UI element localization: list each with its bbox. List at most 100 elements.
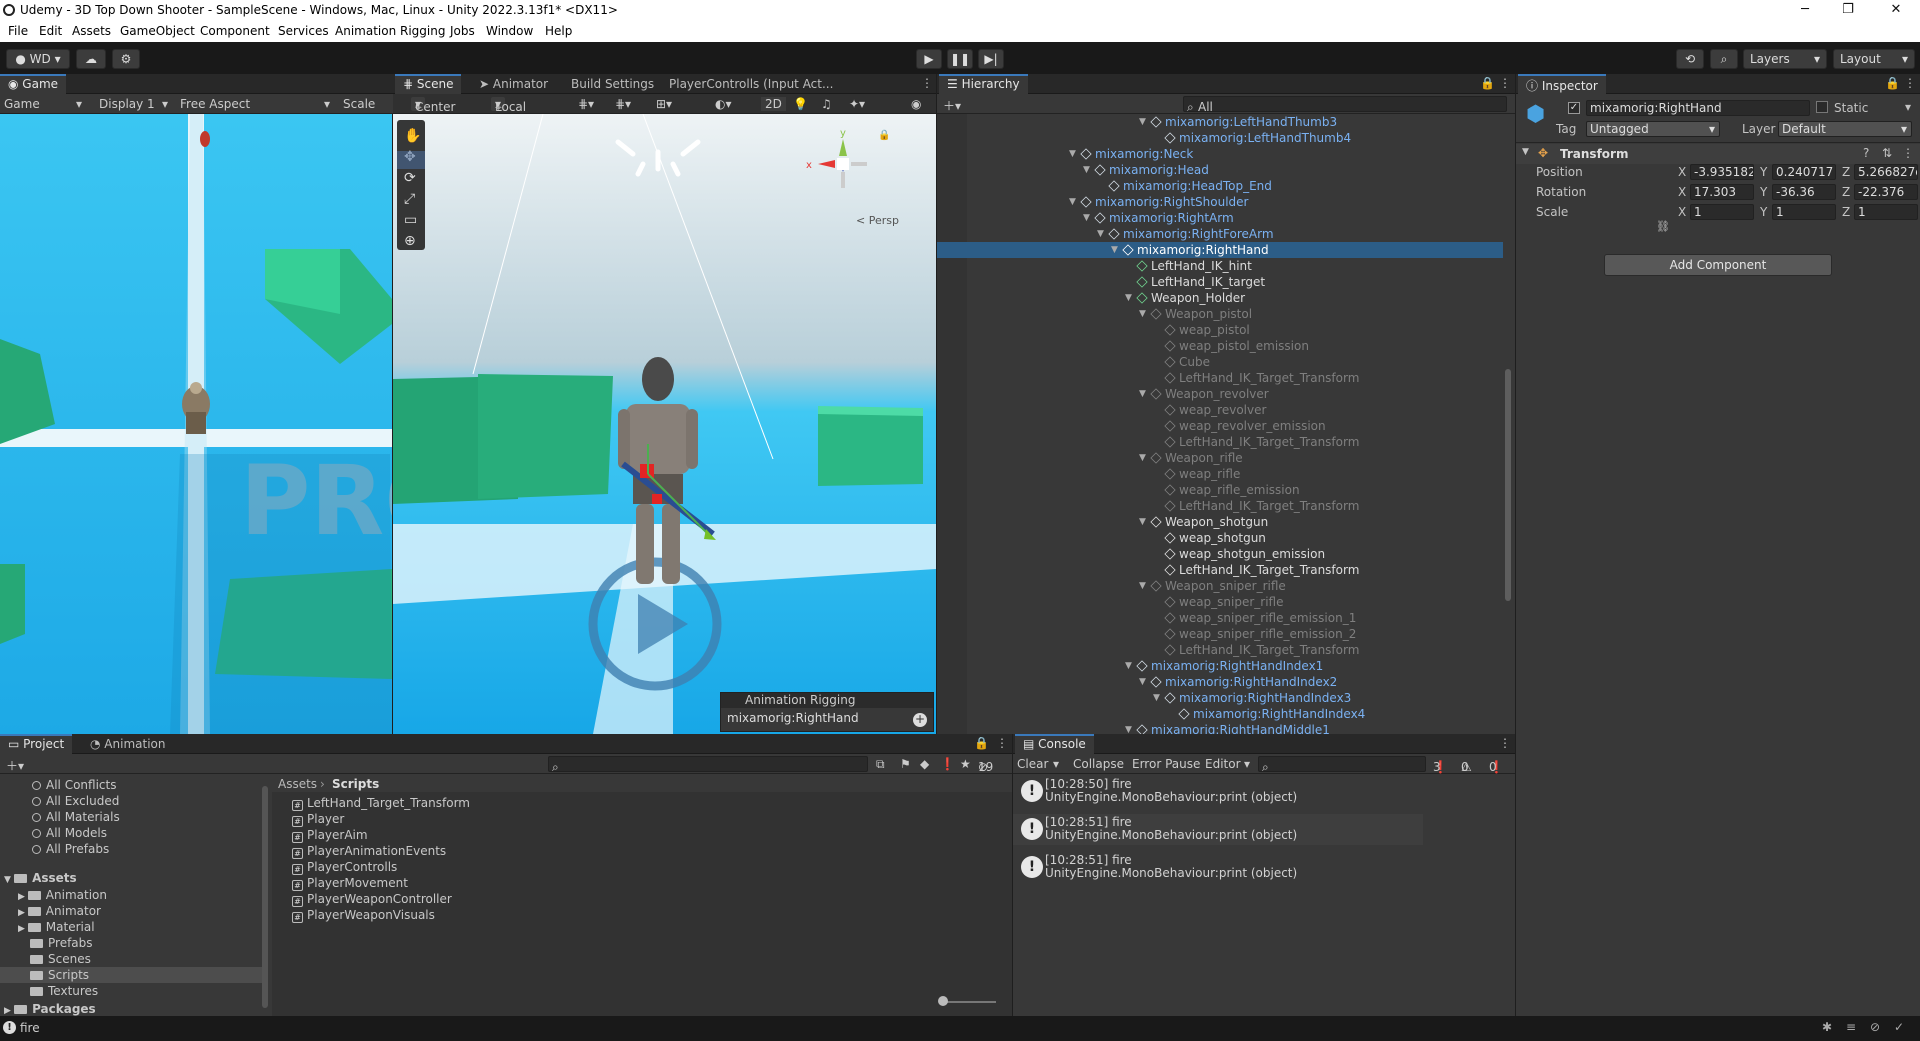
label-icon[interactable]: ◆: [920, 757, 929, 771]
create-dropdown[interactable]: ＋▾: [943, 97, 961, 114]
persp-label[interactable]: < Persp: [856, 214, 899, 227]
more-menu-icon[interactable]: ⋮: [1902, 146, 1914, 160]
layer-dropdown[interactable]: Default ▾: [1778, 121, 1912, 137]
foldout-arrow-icon[interactable]: ▼: [1083, 210, 1090, 226]
game-mode-dropdown[interactable]: Game: [4, 97, 40, 111]
script-file-item[interactable]: # Player: [292, 812, 344, 827]
help-icon[interactable]: ?: [1863, 146, 1869, 160]
filter-icon[interactable]: ⚑: [900, 757, 911, 771]
pivot-dropdown[interactable]: ⌖ Center ▾: [411, 97, 455, 114]
hierarchy-item[interactable]: weap_sniper_rifle_emission_1: [1164, 610, 1356, 626]
static-checkbox[interactable]: [1816, 101, 1828, 113]
folder-item[interactable]: Scripts: [30, 968, 89, 982]
hierarchy-item[interactable]: weap_sniper_rifle: [1164, 594, 1284, 610]
hierarchy-item[interactable]: ▼ Weapon_sniper_rifle: [1139, 578, 1286, 594]
hierarchy-item[interactable]: ▼ mixamorig:RightHand: [1111, 242, 1269, 258]
menu-edit[interactable]: Edit: [39, 24, 62, 38]
collapse-button[interactable]: Collapse: [1073, 757, 1124, 771]
script-file-item[interactable]: # PlayerControlls: [292, 860, 397, 875]
hierarchy-item[interactable]: ▼ mixamorig:RightHandIndex1: [1125, 658, 1323, 674]
hierarchy-item[interactable]: mixamorig:LeftHandThumb4: [1164, 130, 1351, 146]
console-search-input[interactable]: ⌕: [1258, 756, 1426, 772]
folder-item[interactable]: Prefabs: [30, 936, 93, 950]
foldout-arrow-icon[interactable]: ▼: [1069, 194, 1076, 210]
console-entry[interactable]: ! [10:28:51] fire UnityEngine.MonoBehaviou…: [1013, 852, 1423, 883]
favorite-search-item[interactable]: All Excluded: [32, 794, 119, 808]
hierarchy-item[interactable]: weap_rifle_emission: [1164, 482, 1300, 498]
clear-button[interactable]: Clear: [1017, 757, 1048, 771]
pause-button[interactable]: ❚❚: [947, 49, 973, 69]
chevron-down-icon[interactable]: ▾: [1905, 100, 1911, 114]
hierarchy-item[interactable]: weap_sniper_rifle_emission_2: [1164, 626, 1356, 642]
gameobject-name-field[interactable]: mixamorig:RightHand: [1586, 100, 1810, 116]
active-checkbox[interactable]: ✓: [1568, 102, 1580, 114]
hierarchy-item[interactable]: weap_revolver_emission: [1164, 418, 1326, 434]
foldout-arrow-icon[interactable]: ▼: [1125, 290, 1132, 306]
toggle-2d-button[interactable]: 2D: [761, 97, 786, 111]
hierarchy-item[interactable]: mixamorig:HeadTop_End: [1108, 178, 1272, 194]
cache-icon[interactable]: ≡: [1846, 1020, 1856, 1034]
foldout-arrow-icon[interactable]: ▼: [1139, 514, 1146, 530]
tab-project[interactable]: ▭ Project: [0, 734, 73, 754]
chevron-right-icon[interactable]: ▶: [18, 892, 28, 902]
error-pause-button[interactable]: Error Pause: [1132, 757, 1200, 771]
hierarchy-item[interactable]: mixamorig:RightHandIndex4: [1178, 706, 1365, 722]
grid-snap-icon[interactable]: ⋕▾: [578, 97, 594, 111]
transform-x-field[interactable]: -3.935182: [1690, 164, 1754, 180]
tab-console[interactable]: ▤ Console: [1015, 734, 1094, 754]
game-viewport[interactable]: PRO: [0, 114, 392, 734]
hierarchy-item[interactable]: LeftHand_IK_Target_Transform: [1164, 562, 1359, 578]
tag-dropdown[interactable]: Untagged ▾: [1586, 121, 1720, 137]
transform-y-field[interactable]: 0.240717: [1772, 164, 1836, 180]
lighting-icon[interactable]: 💡: [793, 97, 808, 111]
hierarchy-item[interactable]: LeftHand_IK_target: [1136, 274, 1265, 290]
hierarchy-item[interactable]: LeftHand_IK_Target_Transform: [1164, 370, 1359, 386]
hierarchy-search-input[interactable]: ⌕ All: [1183, 96, 1507, 112]
icon-size-slider[interactable]: [940, 1001, 996, 1003]
foldout-arrow-icon[interactable]: ▼: [1139, 306, 1146, 322]
hierarchy-item[interactable]: ▼ Weapon_rifle: [1139, 450, 1243, 466]
tab-hierarchy[interactable]: ☰ Hierarchy: [939, 74, 1028, 94]
tab-player-controlls[interactable]: PlayerControlls (Input Act...: [661, 74, 841, 94]
foldout-arrow-icon[interactable]: ▼: [1069, 146, 1076, 162]
hierarchy-item[interactable]: ▼ mixamorig:LeftHandThumb3: [1139, 114, 1337, 130]
menu-file[interactable]: File: [8, 24, 28, 38]
favorite-search-item[interactable]: All Conflicts: [32, 778, 116, 792]
script-file-item[interactable]: # PlayerAim: [292, 828, 368, 843]
snap-icon[interactable]: ⋕▾: [615, 97, 631, 111]
favorite-search-item[interactable]: All Materials: [32, 810, 120, 824]
effects-icon[interactable]: ✦▾: [849, 97, 865, 111]
hierarchy-item[interactable]: ▼ mixamorig:RightForeArm: [1097, 226, 1274, 242]
add-component-button[interactable]: Add Component: [1604, 254, 1832, 276]
folder-item[interactable]: Scenes: [30, 952, 91, 966]
menu-component[interactable]: Component: [200, 24, 270, 38]
assets-folder[interactable]: ▼ Assets: [4, 871, 77, 885]
sidebar-scrollbar[interactable]: [262, 786, 268, 1008]
maximize-button[interactable]: ❐: [1828, 2, 1868, 17]
collab-button[interactable]: ⚙: [112, 49, 140, 69]
tab-inspector[interactable]: ⓘ Inspector: [1518, 74, 1606, 94]
play-button[interactable]: ▶: [916, 49, 942, 69]
chevron-right-icon[interactable]: ▶: [18, 908, 28, 918]
menu-gameobject[interactable]: GameObject: [120, 24, 195, 38]
foldout-arrow-icon[interactable]: ▼: [1139, 578, 1146, 594]
more-menu-icon[interactable]: ⋮: [996, 736, 1008, 750]
add-icon[interactable]: +: [913, 713, 927, 727]
scene-viewport[interactable]: x y 🔒 ✋✥⟳⤢▭⊕ < Persp Animation Rigging m…: [393, 114, 936, 734]
folder-item[interactable]: ▶ Material: [18, 920, 95, 934]
audio-icon[interactable]: ♫: [821, 97, 832, 111]
warning-filter-icon[interactable]: ❗: [940, 757, 955, 771]
increment-snap-icon[interactable]: ⊞▾: [656, 97, 672, 111]
hierarchy-item[interactable]: ▼ mixamorig:Neck: [1069, 146, 1193, 162]
transform-z-field[interactable]: 1: [1854, 204, 1918, 220]
account-button[interactable]: ● WD ▾: [6, 49, 70, 69]
constrain-proportions-icon[interactable]: ⛓: [1656, 220, 1670, 233]
status-message[interactable]: fire: [20, 1021, 40, 1035]
transform-y-field[interactable]: -36.36: [1772, 184, 1836, 200]
foldout-arrow-icon[interactable]: ▼: [1097, 226, 1104, 242]
script-file-item[interactable]: # LeftHand_Target_Transform: [292, 796, 470, 811]
progress-icon[interactable]: ⊘: [1870, 1020, 1880, 1034]
menu-window[interactable]: Window: [486, 24, 533, 38]
hierarchy-item[interactable]: LeftHand_IK_Target_Transform: [1164, 498, 1359, 514]
check-icon[interactable]: ✓: [1894, 1020, 1904, 1034]
